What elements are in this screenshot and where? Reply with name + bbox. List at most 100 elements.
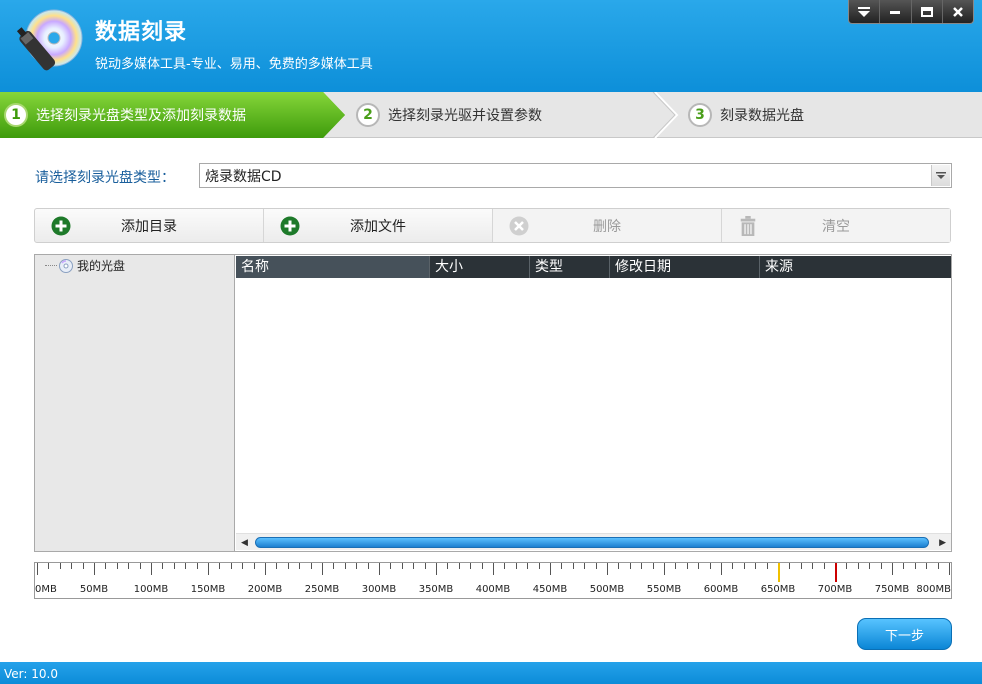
capacity-marker — [835, 563, 837, 582]
ruler-label: 350MB — [418, 584, 454, 595]
column-header-source[interactable]: 来源 — [760, 256, 951, 278]
next-step-button[interactable]: 下一步 — [857, 618, 952, 650]
close-button[interactable] — [941, 0, 973, 23]
ruler-tick — [128, 563, 130, 569]
ruler-label: 250MB — [304, 584, 340, 595]
horizontal-scrollbar[interactable]: ◀ ▶ — [236, 533, 951, 550]
menu-icon — [858, 6, 871, 17]
scroll-right-icon[interactable]: ▶ — [939, 538, 946, 548]
ruler-tick — [641, 563, 643, 569]
ruler-label: 650MB — [760, 584, 796, 595]
ruler-label: 0MB — [35, 584, 57, 595]
ruler-tick — [857, 563, 859, 569]
disc-type-value: 烧录数据CD — [205, 168, 282, 185]
ruler-tick — [458, 563, 460, 569]
ruler-tick — [310, 563, 312, 569]
ruler-tick — [595, 563, 597, 569]
ruler-tick — [846, 563, 848, 569]
ruler-tick — [686, 563, 688, 569]
delete-icon — [509, 216, 529, 236]
dropdown-arrow-button[interactable] — [931, 165, 950, 186]
ruler-tick — [299, 563, 301, 569]
ruler-tick — [755, 563, 757, 569]
disc-tree-panel: 我的光盘 — [34, 254, 235, 552]
tree-item-my-disc[interactable]: 我的光盘 — [45, 257, 125, 274]
ruler-label: 50MB — [79, 584, 109, 595]
capacity-ruler: 0MB 50MB 100MB 150MB 200MB 250MB 300MB 350MB 400… — [34, 562, 952, 599]
ruler-tick — [162, 563, 164, 569]
menu-button[interactable] — [849, 0, 879, 23]
ruler-tick — [276, 563, 278, 569]
app-header: 数据刻录 锐动多媒体工具-专业、易用、免费的多媒体工具 — [0, 0, 982, 92]
wizard-steps: 1 选择刻录光盘类型及添加刻录数据 2 选择刻录光驱并设置参数 3 刻录数据光盘 — [0, 92, 982, 138]
clear-button[interactable]: 清空 — [721, 209, 950, 242]
step-2-label: 选择刻录光驱并设置参数 — [388, 108, 542, 124]
ruler-tick — [675, 563, 677, 569]
ruler-label: 700MB — [817, 584, 853, 595]
add-directory-label: 添加目录 — [121, 218, 177, 235]
ruler-tick — [903, 563, 905, 569]
ruler-tick — [493, 563, 494, 575]
ruler-label: 750MB — [874, 584, 910, 595]
scrollbar-thumb[interactable] — [255, 537, 929, 548]
ruler-label: 600MB — [703, 584, 739, 595]
delete-button[interactable]: 删除 — [492, 209, 721, 242]
ruler-tick — [151, 563, 152, 575]
ruler-tick — [561, 563, 563, 569]
ruler-label: 100MB — [133, 584, 169, 595]
status-bar: Ver: 10.0 — [0, 662, 982, 684]
ruler-tick — [356, 563, 358, 569]
ruler-tick — [173, 563, 175, 569]
file-list: 名称 大小 类型 修改日期 来源 ◀ ▶ — [234, 254, 952, 552]
add-directory-button[interactable]: 添加目录 — [35, 209, 263, 242]
ruler-tick — [926, 563, 928, 569]
ruler-tick — [607, 563, 608, 575]
step-3-label: 刻录数据光盘 — [720, 108, 804, 124]
ruler-tick — [504, 563, 506, 569]
ruler-tick — [139, 563, 141, 569]
ruler-tick — [48, 563, 50, 569]
disc-burner-logo-icon — [16, 9, 83, 71]
disc-type-select[interactable]: 烧录数据CD — [199, 163, 952, 188]
ruler-label: 400MB — [475, 584, 511, 595]
ruler-tick — [698, 563, 700, 569]
ruler-tick — [800, 563, 802, 569]
ruler-tick — [116, 563, 118, 569]
add-icon — [280, 216, 300, 236]
tree-item-label: 我的光盘 — [77, 259, 126, 273]
add-file-button[interactable]: 添加文件 — [263, 209, 492, 242]
chevron-down-icon — [936, 171, 946, 179]
step-1-label: 选择刻录光盘类型及添加刻录数据 — [36, 108, 246, 124]
column-header-size[interactable]: 大小 — [430, 256, 530, 278]
column-header-modified-date[interactable]: 修改日期 — [610, 256, 760, 278]
step-1: 1 选择刻录光盘类型及添加刻录数据 — [0, 92, 345, 138]
ruler-tick — [880, 563, 882, 569]
ruler-tick — [584, 563, 586, 569]
ruler-label: 450MB — [532, 584, 568, 595]
disc-icon — [59, 258, 73, 273]
ruler-tick — [515, 563, 517, 569]
ruler-tick — [208, 563, 209, 575]
ruler-tick — [390, 563, 392, 569]
scroll-left-icon[interactable]: ◀ — [241, 538, 248, 548]
add-icon — [51, 216, 71, 236]
column-header-name[interactable]: 名称 — [236, 256, 430, 278]
ruler-tick — [436, 563, 437, 575]
ruler-tick — [629, 563, 631, 569]
ruler-tick — [367, 563, 369, 569]
ruler-tick — [37, 563, 38, 575]
ruler-tick — [59, 563, 61, 569]
minimize-icon — [890, 10, 901, 14]
maximize-button[interactable] — [910, 0, 942, 23]
ruler-tick — [253, 563, 255, 569]
ruler-tick — [82, 563, 84, 569]
ruler-label: 200MB — [247, 584, 283, 595]
column-header-type[interactable]: 类型 — [530, 256, 610, 278]
ruler-tick — [413, 563, 415, 569]
ruler-tick — [230, 563, 232, 569]
ruler-tick — [789, 563, 791, 569]
minimize-button[interactable] — [879, 0, 910, 23]
file-list-header: 名称 大小 类型 修改日期 来源 — [236, 256, 951, 278]
step-2: 2 选择刻录光驱并设置参数 — [356, 92, 542, 138]
ruler-tick — [664, 563, 665, 575]
